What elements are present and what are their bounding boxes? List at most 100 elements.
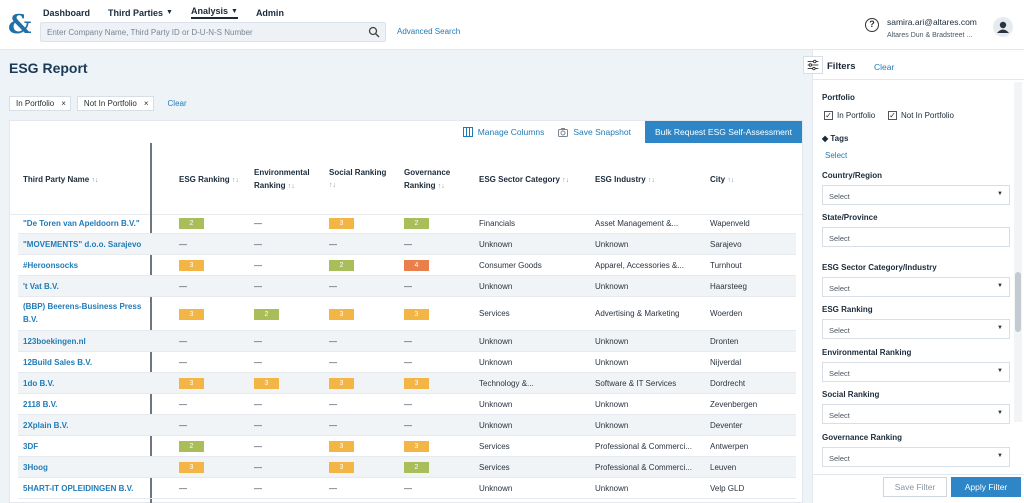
not-in-portfolio-checkbox[interactable]: ✓ Not In Portfolio [888, 111, 954, 120]
advanced-search-link[interactable]: Advanced Search [397, 27, 460, 36]
help-icon[interactable]: ? [865, 18, 879, 32]
sort-icon[interactable]: ↑↓ [438, 183, 445, 190]
sort-icon[interactable]: ↑↓ [648, 177, 655, 184]
app-logo[interactable]: & [8, 12, 32, 38]
nav-dashboard[interactable]: Dashboard [43, 6, 90, 19]
third-party-name-link[interactable]: 12Build Sales B.V. [23, 356, 143, 369]
chevron-down-icon[interactable]: ▼ [997, 325, 1003, 331]
table-row[interactable]: 't Vat B.V. — — — — Unknown Unknown Haarsteeg [18, 276, 796, 297]
scrollbar-thumb[interactable] [1015, 272, 1021, 332]
nav-analysis-label: Analysis [190, 6, 228, 16]
sort-icon[interactable]: ↑↓ [562, 177, 569, 184]
table-row[interactable]: 3DF 2 — 3 3 Services Professional & Commerci..… [18, 436, 796, 457]
active-filter-chips: In Portfolio × Not In Portfolio × Clear [9, 96, 187, 111]
search-input[interactable]: Enter Company Name, Third Party ID or D-… [40, 22, 386, 42]
col-header-industry[interactable]: ESG Industry ↑↓ [595, 173, 655, 187]
third-party-name-link[interactable]: #Heroonsocks [23, 259, 143, 272]
save-snapshot-button[interactable]: Save Snapshot [558, 127, 631, 137]
col-header-name[interactable]: Third Party Name ↑↓ [23, 173, 98, 187]
filter-select[interactable]: Select [822, 227, 1010, 247]
col-header-city[interactable]: City ↑↓ [710, 173, 734, 187]
save-filter-button[interactable]: Save Filter [883, 477, 947, 497]
filter-select[interactable]: Select ▼ [822, 319, 1010, 339]
third-party-name-link[interactable]: 123boekingen.nl [23, 335, 143, 348]
sector-cell: Unknown [479, 483, 513, 493]
tags-select-link[interactable]: Select [825, 151, 847, 160]
bulk-request-button[interactable]: Bulk Request ESG Self-Assessment [644, 121, 802, 143]
user-email[interactable]: samira.ari@altares.com [887, 17, 977, 27]
avatar[interactable] [993, 17, 1013, 37]
esg-ranking-badge: 2 [179, 218, 204, 229]
filters-scrollbar[interactable] [1014, 82, 1022, 422]
col-header-sector[interactable]: ESG Sector Category ↑↓ [479, 173, 569, 187]
table-row[interactable]: 123boekingen.nl — — — — Unknown Unknown Dronten [18, 331, 796, 352]
filter-select[interactable]: Select ▼ [822, 185, 1010, 205]
chevron-down-icon[interactable]: ▼ [997, 410, 1003, 416]
city-cell: Sarajevo [710, 239, 742, 249]
table-row[interactable]: 1do B.V. 3 3 3 3 Technology &... Software & IT… [18, 373, 796, 394]
third-party-name-link[interactable]: "MOVEMENTS" d.o.o. Sarajevo [23, 238, 143, 251]
filter-select[interactable]: Select ▼ [822, 362, 1010, 382]
table-row[interactable]: (BBP) Beerens-Business Press B.V. 3 2 3 3 Ser… [18, 297, 796, 331]
industry-cell: Advertising & Marketing [595, 309, 680, 318]
search-icon[interactable] [368, 26, 380, 38]
table-row[interactable]: 2Xplain B.V. — — — — Unknown Unknown Deventer [18, 415, 796, 436]
col-header-label: Third Party Name [23, 175, 90, 184]
social-ranking-badge: 3 [329, 378, 354, 389]
chevron-down-icon[interactable]: ▼ [997, 191, 1003, 197]
close-icon[interactable]: × [144, 99, 149, 108]
chevron-down-icon[interactable]: ▼ [997, 368, 1003, 374]
third-party-name-link[interactable]: 3DF [23, 440, 143, 453]
third-party-name-link[interactable]: 5HART-IT OPLEIDINGEN B.V. [23, 482, 143, 495]
table-row[interactable]: 2118 B.V. — — — — Unknown Unknown Zevenbergen [18, 394, 796, 415]
third-party-name-link[interactable]: (BBP) Beerens-Business Press B.V. [23, 300, 143, 326]
filters-clear-link[interactable]: Clear [874, 62, 894, 72]
third-party-name-link[interactable]: 2Xplain B.V. [23, 419, 143, 432]
nav-third-parties-label: Third Parties [108, 7, 164, 18]
filter-select[interactable]: Select ▼ [822, 277, 1010, 297]
clear-chips-link[interactable]: Clear [168, 99, 187, 108]
filter-toggle-button[interactable] [803, 56, 823, 74]
col-header-social[interactable]: Social Ranking ↑↓ [329, 166, 386, 192]
checkbox-box[interactable]: ✓ [824, 111, 833, 120]
chevron-down-icon[interactable]: ▼ [997, 453, 1003, 459]
table-row[interactable]: 5HART-IT OPLEIDINGEN B.V. — — — — Unknown Unkn… [18, 478, 796, 499]
sort-icon[interactable]: ↑↓ [91, 177, 98, 184]
filter-select[interactable]: Select ▼ [822, 447, 1010, 467]
nav-admin[interactable]: Admin [256, 6, 284, 19]
sort-icon[interactable]: ↑↓ [329, 179, 386, 192]
sort-icon[interactable]: ↑↓ [232, 177, 239, 184]
esg-ranking-badge: 2 [179, 441, 204, 452]
chevron-down-icon[interactable]: ▼ [997, 283, 1003, 289]
sector-cell: Unknown [479, 357, 513, 367]
close-icon[interactable]: × [61, 99, 66, 108]
third-party-name-link[interactable]: 1do B.V. [23, 377, 143, 390]
select-value: Select [829, 369, 850, 378]
industry-cell: Professional & Commerci... [595, 462, 692, 472]
third-party-name-link[interactable]: "De Toren van Apeldoorn B.V." [23, 217, 143, 230]
manage-columns-button[interactable]: Manage Columns [462, 127, 544, 137]
third-party-name-link[interactable]: 't Vat B.V. [23, 280, 143, 293]
table-row[interactable]: "De Toren van Apeldoorn B.V." 2 — 3 2 Financi… [18, 213, 796, 234]
col-header-environmental[interactable]: Environmental Ranking ↑↓ [254, 166, 310, 193]
sector-cell: Technology &... [479, 378, 534, 388]
third-party-name-link[interactable]: 3Hoog [23, 461, 143, 474]
industry-cell: Unknown [595, 483, 629, 493]
nav-analysis[interactable]: Analysis ▼ [190, 6, 238, 19]
sort-icon[interactable]: ↑↓ [288, 183, 295, 190]
in-portfolio-checkbox[interactable]: ✓ In Portfolio [824, 111, 875, 120]
chevron-down-icon: ▼ [231, 7, 238, 15]
checkbox-box[interactable]: ✓ [888, 111, 897, 120]
third-party-name-link[interactable]: 2118 B.V. [23, 398, 143, 411]
apply-filter-button[interactable]: Apply Filter [951, 477, 1021, 497]
table-row[interactable]: #Heroonsocks 3 — 2 4 Consumer Goods Apparel, A… [18, 255, 796, 276]
nav-third-parties[interactable]: Third Parties ▼ [108, 6, 173, 19]
filter-select[interactable]: Select ▼ [822, 404, 1010, 424]
table-row[interactable]: 3Hoog 3 — 3 2 Services Professional & Commerci… [18, 457, 796, 478]
table-row[interactable]: "MOVEMENTS" d.o.o. Sarajevo — — — — Unknown Un… [18, 234, 796, 255]
sort-icon[interactable]: ↑↓ [727, 177, 734, 184]
filter-label: Country/Region [822, 171, 882, 180]
col-header-governance[interactable]: Governance Ranking ↑↓ [404, 166, 450, 193]
table-row[interactable]: 12Build Sales B.V. — — — — Unknown Unknown Nijv… [18, 352, 796, 373]
col-header-esg[interactable]: ESG Ranking ↑↓ [179, 173, 239, 187]
